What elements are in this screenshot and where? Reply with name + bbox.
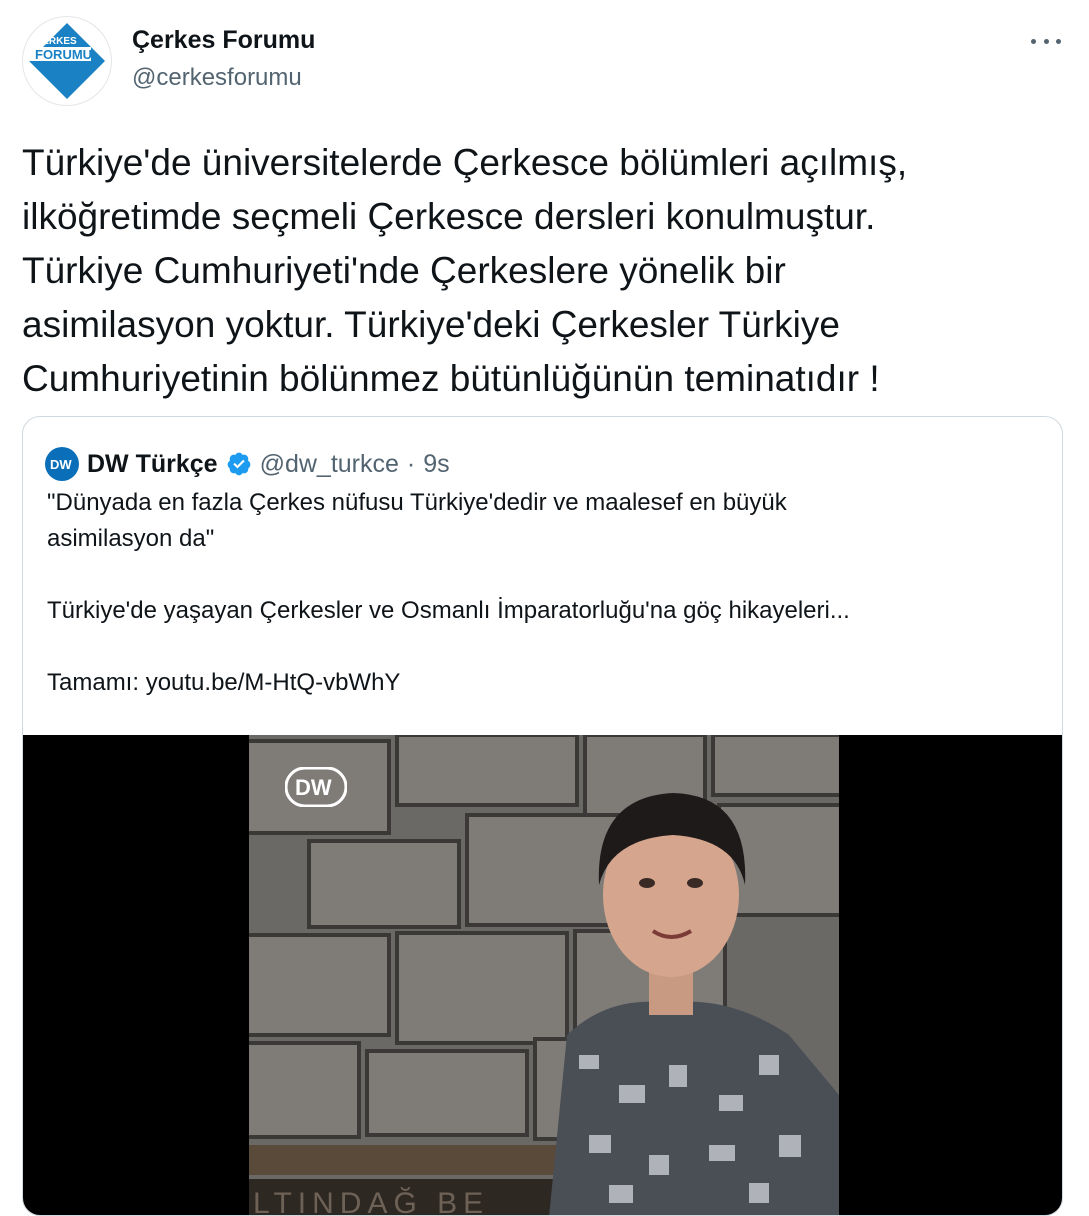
author-name[interactable]: Çerkes Forumu [132, 26, 315, 55]
quoted-timestamp[interactable]: 9s [423, 450, 449, 479]
youtube-link[interactable]: youtu.be/M-HtQ-vbWhY [146, 669, 401, 696]
ellipsis-icon[interactable] [1031, 30, 1061, 52]
avatar-text-bottom: FORUMU [35, 47, 92, 62]
link-prefix: Tamamı: [47, 669, 146, 696]
video-frame[interactable]: LTINDAĞ BE DW [249, 735, 839, 1216]
quoted-link-line: Tamamı: youtu.be/M-HtQ-vbWhY [47, 665, 1027, 701]
dw-logo-text: DW [50, 457, 72, 472]
quoted-tweet-text: "Dünyada en fazla Çerkes nüfusu Türkiye'… [47, 485, 1027, 701]
verified-badge-icon [227, 452, 250, 476]
separator-dot: · [406, 449, 416, 478]
quoted-author-name[interactable]: DW Türkçe [87, 450, 218, 479]
dw-logo-icon[interactable]: DW [45, 447, 79, 481]
avatar-text-top: ÇERKES [35, 36, 77, 47]
quoted-text-line: Türkiye'de yaşayan Çerkesler ve Osmanlı … [47, 597, 850, 624]
author-handle[interactable]: @cerkesforumu [132, 64, 302, 92]
quoted-text-line: asimilasyon da" [47, 525, 215, 552]
author-avatar[interactable]: ÇERKES FORUMU [22, 16, 112, 106]
dw-watermark-text: DW [295, 775, 332, 800]
quoted-author-handle[interactable]: @dw_turkce [260, 450, 399, 479]
video-thumbnail: LTINDAĞ BE [249, 735, 839, 1216]
quoted-tweet[interactable]: DW DW Türkçe @dw_turkce · 9s "Dünyada en… [22, 416, 1063, 1216]
dw-watermark-icon: DW [284, 766, 348, 808]
quoted-text-line: "Dünyada en fazla Çerkes nüfusu Türkiye'… [47, 489, 787, 516]
bench-text: LTINDAĞ BE [253, 1187, 489, 1216]
tweet-text: Türkiye'de üniversitelerde Çerkesce bölü… [22, 142, 908, 399]
quoted-tweet-header: DW DW Türkçe @dw_turkce · 9s [45, 447, 450, 481]
quoted-video[interactable]: LTINDAĞ BE DW [23, 735, 1062, 1216]
